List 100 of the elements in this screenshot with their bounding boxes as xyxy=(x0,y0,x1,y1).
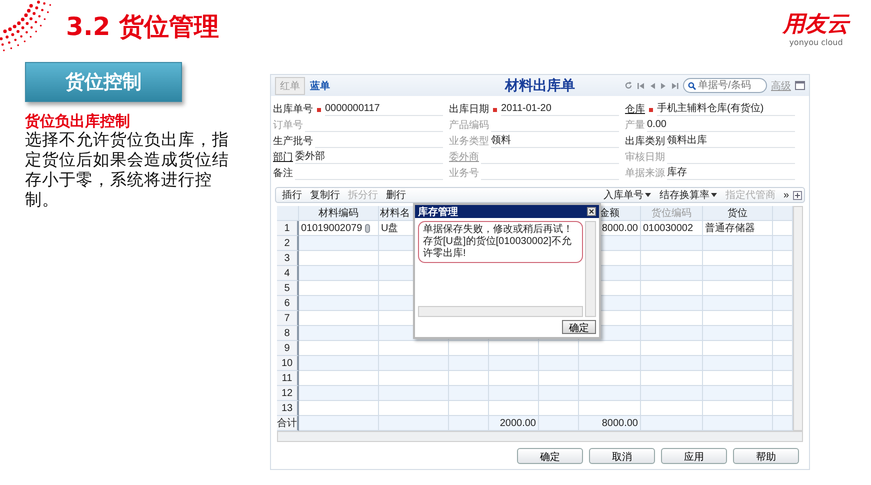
horizontal-scrollbar[interactable] xyxy=(277,431,803,442)
table-cell xyxy=(489,386,539,401)
dotted-arc-drawing xyxy=(0,0,54,54)
dialog-button[interactable]: 取消 xyxy=(589,448,655,464)
caret-icon xyxy=(711,193,718,197)
field-link[interactable]: 仓库 xyxy=(625,104,645,116)
table-cell: 01019002079 xyxy=(301,222,362,234)
table-cell xyxy=(579,371,641,386)
row-number: 13 xyxy=(277,401,299,416)
table-cell xyxy=(641,281,703,296)
table-cell xyxy=(641,251,703,266)
field-label: 产量 xyxy=(625,120,645,132)
dialog-button[interactable]: 帮助 xyxy=(733,448,799,464)
table-cell xyxy=(641,326,703,341)
field-label: 生产批号 xyxy=(273,136,313,148)
table-cell xyxy=(641,401,703,416)
table-cell xyxy=(641,311,703,326)
table-cell xyxy=(703,401,773,416)
window-icon[interactable] xyxy=(795,81,805,90)
message-text: 存货[U盘]的货位[010030002]不允许零出库! xyxy=(423,236,572,260)
row-number: 9 xyxy=(277,341,299,356)
toolbar-button[interactable]: 删行 xyxy=(382,188,410,202)
mode-tab[interactable]: 蓝单 xyxy=(305,76,335,94)
total-cell: 2000.00 xyxy=(500,418,536,428)
next-icon[interactable] xyxy=(660,82,667,90)
input-field[interactable]: 领料出库 xyxy=(667,135,795,148)
table-cell xyxy=(579,386,641,401)
expand-icon[interactable] xyxy=(793,190,802,200)
vertical-scrollbar[interactable] xyxy=(585,221,596,317)
brand-logo: 用友云 xyxy=(783,12,849,38)
table-cell xyxy=(449,371,489,386)
table-cell-text: U盘 xyxy=(381,222,398,235)
table-cell xyxy=(641,341,703,356)
field-label: 订单号 xyxy=(273,120,303,132)
table-cell xyxy=(489,341,539,356)
table-cell xyxy=(539,401,579,416)
field-label: 业务类型 xyxy=(449,136,489,148)
field-link[interactable]: 部门 xyxy=(273,152,293,164)
search-icon xyxy=(688,82,696,90)
slide-title: 3.2 货位管理 xyxy=(66,12,219,42)
input-field[interactable]: 0.00 xyxy=(647,119,795,132)
field-label: 单据来源 xyxy=(625,168,665,180)
row-number: 8 xyxy=(277,326,299,341)
table-cell xyxy=(641,371,703,386)
table-cell xyxy=(641,356,703,371)
table-cell xyxy=(703,386,773,401)
field-label: 审核日期 xyxy=(625,152,665,164)
refresh-icon[interactable] xyxy=(624,81,633,90)
table-cell xyxy=(641,266,703,281)
table-cell xyxy=(703,341,773,356)
toolbar-button[interactable]: 插行 xyxy=(278,188,306,202)
input-field[interactable]: 库存 xyxy=(667,167,795,180)
table-cell xyxy=(703,356,773,371)
toolbar-button[interactable]: 结存换算率 xyxy=(655,188,722,202)
input-field[interactable]: 委外部 xyxy=(295,151,443,164)
table-cell xyxy=(379,401,449,416)
input-field[interactable]: 0000000117 xyxy=(325,103,443,116)
input-field[interactable]: 手机主辅料仓库(有货位) xyxy=(657,103,795,116)
section-heading: 货位负出库控制 xyxy=(25,112,130,130)
first-page-icon[interactable] xyxy=(637,82,645,90)
dialog-button[interactable]: 确定 xyxy=(517,448,583,464)
input-field[interactable]: 领料 xyxy=(491,135,619,148)
total-label: 合计 xyxy=(277,416,299,431)
table-cell xyxy=(703,311,773,326)
toolbar-button[interactable]: 入库单号 xyxy=(599,188,656,202)
vertical-scrollbar[interactable] xyxy=(793,206,803,431)
column-header: 货位编码 xyxy=(641,206,703,221)
total-cell: 8000.00 xyxy=(602,418,638,428)
last-page-icon[interactable] xyxy=(671,82,679,90)
row-number: 10 xyxy=(277,356,299,371)
input-field[interactable]: 2011-01-20 xyxy=(501,103,619,116)
table-cell xyxy=(449,341,489,356)
dialog-button[interactable]: 应用 xyxy=(661,448,727,464)
table-cell xyxy=(379,371,449,386)
caret-icon xyxy=(645,193,652,197)
table-cell: 8000.00 xyxy=(602,222,638,234)
table-cell xyxy=(489,356,539,371)
column-header: 货位 xyxy=(703,206,773,221)
row-number: 5 xyxy=(277,281,299,296)
field-label: 产品编码 xyxy=(449,120,489,132)
table-cell xyxy=(539,341,579,356)
ok-button[interactable]: 确定 xyxy=(562,320,596,334)
description-text: 选择不允许货位负出库，指定货位后如果会造成货位结存小于零，系统将进行控制。 xyxy=(25,130,230,210)
column-header: 材料编码 xyxy=(299,206,379,221)
table-cell xyxy=(539,371,579,386)
close-icon[interactable] xyxy=(587,207,596,216)
table-cell xyxy=(703,281,773,296)
toolbar-button[interactable]: 复制行 xyxy=(306,188,344,202)
horizontal-scrollbar[interactable] xyxy=(418,306,583,317)
brand-subtitle: yonyou cloud xyxy=(789,38,843,48)
search-field[interactable]: 单据号/条码 xyxy=(683,78,767,93)
field-label: 备注 xyxy=(273,168,293,180)
table-cell-text: 普通存储器 xyxy=(705,222,755,235)
field-label: 出库日期 xyxy=(449,104,489,116)
field-label: 出库类别 xyxy=(625,136,665,148)
toolbar-button[interactable]: » xyxy=(779,190,793,200)
table-cell: 010030002 xyxy=(643,222,694,234)
previous-icon[interactable] xyxy=(649,82,656,90)
table-cell xyxy=(703,266,773,281)
table-cell xyxy=(703,296,773,311)
